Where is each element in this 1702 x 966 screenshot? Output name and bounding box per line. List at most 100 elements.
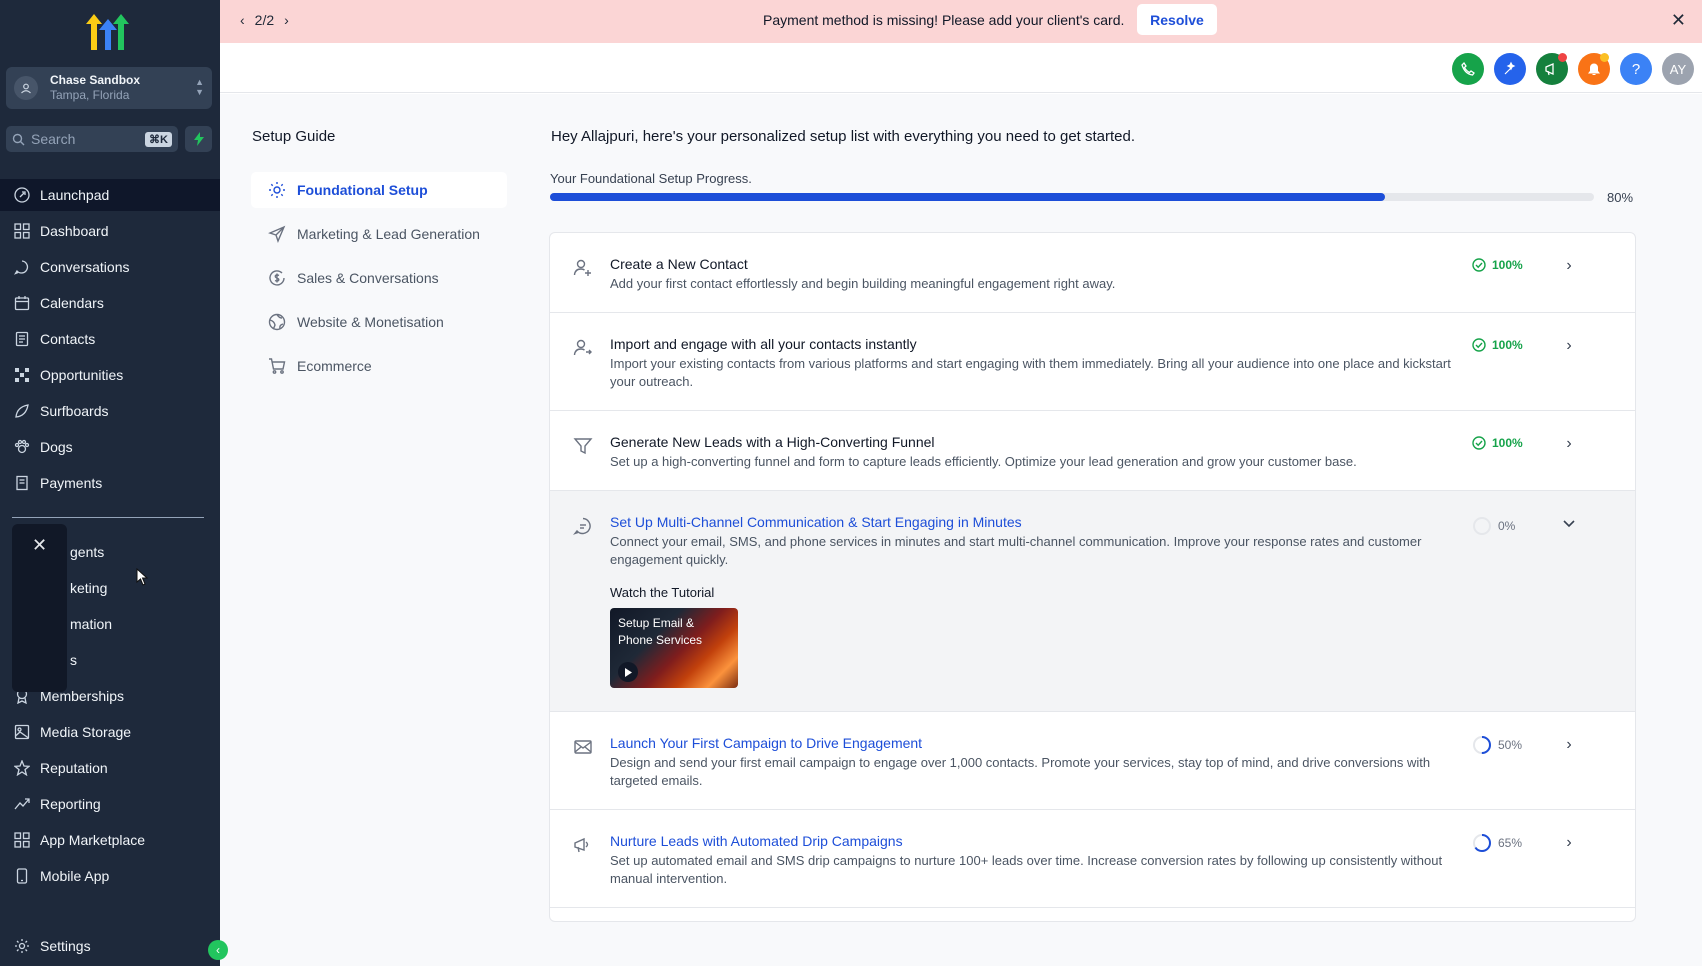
- guide-item-sales[interactable]: Sales & Conversations: [251, 260, 507, 296]
- sidebar-item-label: Mobile App: [40, 868, 110, 884]
- contacts-icon: [14, 331, 30, 347]
- brand-logo[interactable]: [84, 10, 132, 54]
- grid-icon: [14, 223, 30, 239]
- guide-item-marketing[interactable]: Marketing & Lead Generation: [251, 216, 507, 252]
- close-icon[interactable]: ✕: [32, 536, 47, 554]
- megaphone-icon[interactable]: [1536, 53, 1568, 85]
- sidebar-item-reporting[interactable]: Reporting: [0, 788, 220, 820]
- chevron-right-icon[interactable]: ›: [1560, 736, 1578, 754]
- location-icon: [14, 76, 38, 100]
- banner-page-indicator: 2/2: [254, 12, 275, 28]
- sidebar-item-label: Dogs: [40, 439, 73, 455]
- check-circle-icon: [1472, 258, 1486, 272]
- task-card-expanded[interactable]: Set Up Multi-Channel Communication & Sta…: [550, 491, 1635, 712]
- sidebar-item-label: Surfboards: [40, 403, 109, 419]
- task-card[interactable]: Generate New Leads with a High-Convertin…: [550, 411, 1635, 491]
- guide-item-website[interactable]: Website & Monetisation: [251, 304, 507, 340]
- chevron-right-icon[interactable]: ›: [1560, 435, 1578, 453]
- task-title[interactable]: Set Up Multi-Channel Communication & Sta…: [610, 514, 1022, 530]
- surfboard-icon: [14, 403, 30, 419]
- mail-icon: [572, 736, 594, 758]
- magic-sparkle-icon[interactable]: [1494, 53, 1526, 85]
- sidebar-item-surfboards[interactable]: Surfboards: [0, 395, 220, 427]
- receipt-icon: [14, 475, 30, 491]
- mouse-cursor-icon: [136, 568, 148, 586]
- guide-item-ecommerce[interactable]: Ecommerce: [251, 348, 507, 384]
- sidebar-item-mobile-app[interactable]: Mobile App: [0, 860, 220, 892]
- task-card[interactable]: Nurture Leads with Automated Drip Campai…: [550, 810, 1635, 908]
- chevron-right-icon[interactable]: ›: [1560, 337, 1578, 355]
- chevron-right-icon[interactable]: ›: [284, 12, 289, 28]
- check-circle-icon: [1472, 338, 1486, 352]
- user-sync-icon: [572, 337, 594, 359]
- banner-message: Payment method is missing! Please add yo…: [763, 12, 1125, 28]
- task-status: 100%: [1472, 436, 1523, 450]
- task-title[interactable]: Nurture Leads with Automated Drip Campai…: [610, 833, 903, 849]
- sidebar-item-label: Conversations: [40, 259, 130, 275]
- check-circle-icon: [1472, 436, 1486, 450]
- sidebar-item-media-storage[interactable]: Media Storage: [0, 716, 220, 748]
- close-icon[interactable]: ✕: [1671, 10, 1686, 31]
- user-add-icon: [572, 257, 594, 279]
- gear-icon: [14, 938, 30, 954]
- task-card[interactable]: Import and engage with all your contacts…: [550, 313, 1635, 411]
- bell-icon[interactable]: [1578, 53, 1610, 85]
- sidebar-item-dashboard[interactable]: Dashboard: [0, 215, 220, 247]
- sidebar-item-calendars[interactable]: Calendars: [0, 287, 220, 319]
- main-content: Setup Guide Foundational Setup Marketing…: [220, 94, 1702, 966]
- sidebar-item-dogs[interactable]: Dogs: [0, 431, 220, 463]
- sidebar-item-payments[interactable]: Payments: [0, 467, 220, 499]
- quick-action-button[interactable]: [185, 126, 212, 152]
- chevron-right-icon[interactable]: ›: [1560, 257, 1578, 275]
- sidebar-item-label: Reporting: [40, 796, 101, 812]
- account-switcher[interactable]: Chase Sandbox Tampa, Florida ▲ ▼: [6, 67, 212, 109]
- task-card[interactable]: Create a New Contact Add your first cont…: [550, 233, 1635, 313]
- task-card[interactable]: Launch Your First Campaign to Drive Enga…: [550, 712, 1635, 810]
- lightning-icon: [193, 132, 204, 146]
- sidebar-item-opportunities[interactable]: Opportunities: [0, 359, 220, 391]
- task-status: 100%: [1472, 258, 1523, 272]
- phone-icon[interactable]: [1452, 53, 1484, 85]
- progress-ring-icon: [1473, 834, 1491, 852]
- search-input[interactable]: Search ⌘K: [6, 126, 178, 152]
- payment-warning-banner: ‹ 2/2 › Payment method is missing! Pleas…: [220, 0, 1702, 43]
- dollar-circle-icon: [267, 268, 287, 288]
- task-title: Create a New Contact: [610, 256, 748, 272]
- notification-dot: [1558, 53, 1567, 62]
- progress-ring-icon: [1473, 736, 1491, 754]
- tutorial-title: Setup Email & Phone Services: [618, 616, 703, 647]
- sidebar-item-reputation[interactable]: Reputation: [0, 752, 220, 784]
- sidebar-item-label: gents: [70, 544, 105, 560]
- chevron-down-icon[interactable]: [1560, 515, 1578, 533]
- task-percent: 50%: [1498, 738, 1523, 752]
- task-description: Design and send your first email campaig…: [610, 755, 1431, 788]
- sidebar: Chase Sandbox Tampa, Florida ▲ ▼ Search ⌘…: [0, 0, 220, 966]
- sidebar-item-launchpad[interactable]: Launchpad: [0, 179, 220, 211]
- user-avatar[interactable]: AY: [1662, 53, 1694, 85]
- sun-icon: [267, 180, 287, 200]
- resolve-button[interactable]: Resolve: [1137, 4, 1217, 35]
- tutorial-video-thumbnail[interactable]: Setup Email & Phone Services: [610, 608, 738, 688]
- chevron-left-icon[interactable]: ‹: [240, 12, 245, 28]
- guide-item-foundational-setup[interactable]: Foundational Setup: [251, 172, 507, 208]
- chevron-right-icon[interactable]: ›: [1560, 834, 1578, 852]
- task-description: Import your existing contacts from vario…: [610, 356, 1451, 389]
- play-icon[interactable]: [618, 662, 638, 682]
- progress-ring-icon: [1473, 517, 1491, 535]
- sidebar-item-conversations[interactable]: Conversations: [0, 251, 220, 283]
- task-title[interactable]: Launch Your First Campaign to Drive Enga…: [610, 735, 922, 751]
- help-icon[interactable]: ?: [1620, 53, 1652, 85]
- message-icon: [572, 515, 594, 537]
- sidebar-item-contacts[interactable]: Contacts: [0, 323, 220, 355]
- notification-dot: [1600, 53, 1609, 62]
- sidebar-collapse-button[interactable]: ‹: [208, 940, 228, 960]
- guide-item-label: Foundational Setup: [297, 182, 428, 198]
- task-percent: 65%: [1498, 836, 1523, 850]
- task-description: Connect your email, SMS, and phone servi…: [610, 534, 1422, 567]
- sidebar-item-app-marketplace[interactable]: App Marketplace: [0, 824, 220, 856]
- sidebar-item-settings[interactable]: Settings: [0, 930, 220, 962]
- sidebar-item-label: Contacts: [40, 331, 96, 347]
- greeting-text: Hey Allajpuri, here's your personalized …: [551, 128, 1136, 145]
- progress-label: Your Foundational Setup Progress.: [550, 171, 752, 186]
- task-percent: 100%: [1492, 258, 1523, 272]
